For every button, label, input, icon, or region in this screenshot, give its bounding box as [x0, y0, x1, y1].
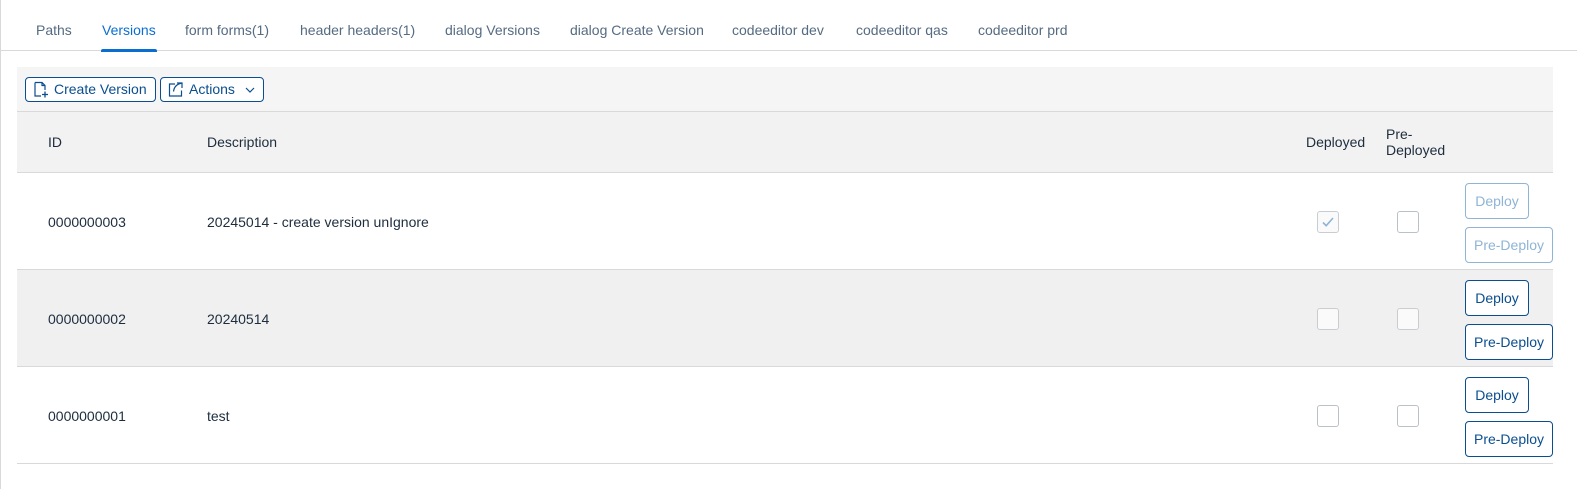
tab-codeeditor-prd[interactable]: codeeditor prd: [978, 0, 1068, 51]
row-id: 0000000001: [48, 408, 126, 424]
tab-codeeditor-dev[interactable]: codeeditor dev: [732, 0, 824, 51]
tab-header-headers[interactable]: header headers(1): [300, 0, 415, 51]
table-toolbar: Create Version Actions: [17, 67, 1553, 111]
tab-label: codeeditor prd: [978, 22, 1068, 38]
tab-bar: Paths Versions form forms(1) header head…: [1, 0, 1577, 52]
chevron-down-icon: [245, 87, 255, 94]
create-version-button[interactable]: Create Version: [25, 77, 156, 102]
column-header-pre-deployed: Pre- Deployed: [1386, 126, 1445, 158]
tab-label: codeeditor qas: [856, 22, 948, 38]
app-page: Paths Versions form forms(1) header head…: [0, 0, 1577, 489]
share-action-icon: [168, 82, 183, 97]
pre-deploy-button[interactable]: Pre-Deploy: [1465, 324, 1553, 360]
column-header-id: ID: [48, 134, 62, 150]
deploy-button[interactable]: Deploy: [1465, 183, 1529, 219]
pre-deployed-checkbox[interactable]: [1397, 405, 1419, 427]
tab-form-forms[interactable]: form forms(1): [185, 0, 269, 51]
tab-label: Paths: [36, 22, 72, 38]
row-id: 0000000002: [48, 311, 126, 327]
pre-deploy-button[interactable]: Pre-Deploy: [1465, 421, 1553, 457]
tab-label: Versions: [102, 22, 156, 38]
tab-codeeditor-qas[interactable]: codeeditor qas: [856, 0, 948, 51]
table-row: 0000000002 20240514 Deploy Pre-Deploy: [17, 270, 1553, 367]
pre-deployed-checkbox[interactable]: [1397, 211, 1419, 233]
create-document-icon: [34, 81, 48, 98]
create-version-label: Create Version: [54, 81, 147, 97]
table-header: ID Description Deployed Pre- Deployed: [17, 111, 1553, 173]
tab-paths[interactable]: Paths: [36, 0, 72, 51]
row-description: 20245014 - create version unIgnore: [207, 214, 429, 230]
column-header-description: Description: [207, 134, 278, 150]
row-id: 0000000003: [48, 214, 126, 230]
tab-versions[interactable]: Versions: [101, 0, 157, 52]
actions-button[interactable]: Actions: [160, 77, 264, 102]
tab-label: form forms(1): [185, 22, 269, 38]
tab-dialog-create-version[interactable]: dialog Create Version: [570, 0, 704, 51]
deployed-checkbox[interactable]: [1317, 405, 1339, 427]
checkmark-icon: [1322, 217, 1334, 227]
versions-table: ID Description Deployed Pre- Deployed 00…: [17, 111, 1553, 464]
row-description: 20240514: [207, 311, 270, 327]
tab-dialog-versions[interactable]: dialog Versions: [445, 0, 540, 51]
left-border: [0, 0, 1, 489]
column-header-pre-deployed-line2: Deployed: [1386, 142, 1446, 158]
deployed-checkbox[interactable]: [1317, 211, 1339, 233]
tab-label: dialog Create Version: [570, 22, 704, 38]
table-row: 0000000003 20245014 - create version unI…: [17, 173, 1553, 270]
tab-label: codeeditor dev: [732, 22, 824, 38]
deploy-button[interactable]: Deploy: [1465, 280, 1529, 316]
pre-deployed-checkbox[interactable]: [1397, 308, 1419, 330]
pre-deploy-button[interactable]: Pre-Deploy: [1465, 227, 1553, 263]
column-header-deployed: Deployed: [1306, 134, 1366, 150]
tab-label: header headers(1): [300, 22, 416, 38]
row-description: test: [207, 408, 230, 424]
actions-label: Actions: [189, 81, 235, 97]
table-row: 0000000001 test Deploy Pre-Deploy: [17, 367, 1553, 464]
tab-label: dialog Versions: [445, 22, 540, 38]
column-header-pre-deployed-line1: Pre-: [1386, 126, 1413, 142]
deployed-checkbox[interactable]: [1317, 308, 1339, 330]
deploy-button[interactable]: Deploy: [1465, 377, 1529, 413]
